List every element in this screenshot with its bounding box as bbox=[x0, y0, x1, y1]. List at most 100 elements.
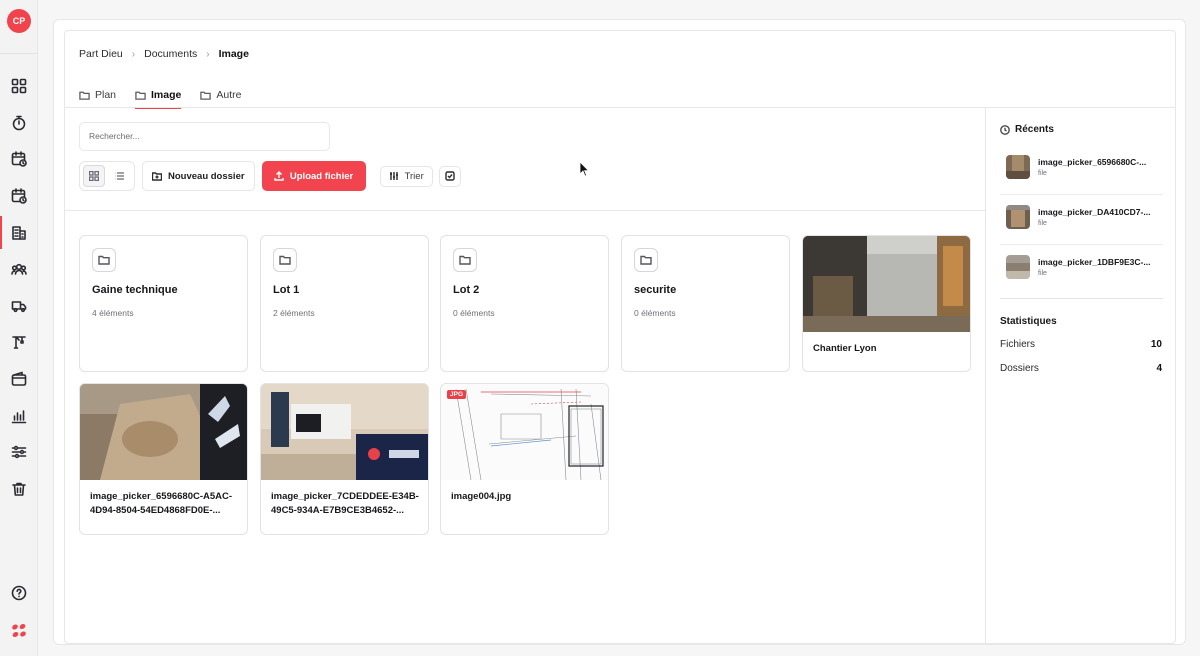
image-thumbnail bbox=[261, 384, 428, 480]
search-input[interactable]: Rechercher... bbox=[79, 122, 330, 151]
upload-file-button[interactable]: Upload fichier bbox=[261, 161, 366, 191]
recent-name: image_picker_1DBF9E3C-... bbox=[1038, 257, 1151, 267]
folder-name: securite bbox=[634, 284, 677, 296]
folder-count: 0 éléments bbox=[634, 308, 676, 318]
folder-count: 4 éléments bbox=[92, 308, 134, 318]
folder-icon bbox=[200, 91, 212, 100]
stat-files-label: Fichiers bbox=[1000, 339, 1036, 350]
image-card[interactable]: image_picker_7CDEDDEE-E34B-49C5-934A-E7B… bbox=[260, 383, 429, 535]
grid-view-button[interactable] bbox=[83, 165, 106, 187]
truck-icon[interactable] bbox=[9, 296, 29, 316]
folder-tabs: Plan Image Autre bbox=[79, 86, 241, 109]
recent-thumbnail bbox=[1006, 155, 1030, 179]
sliders-icon[interactable] bbox=[9, 442, 29, 462]
recent-item[interactable]: image_picker_6596680C-... file bbox=[1000, 144, 1163, 190]
select-mode-button[interactable] bbox=[438, 165, 461, 187]
crane-icon[interactable] bbox=[9, 332, 29, 352]
building-icon[interactable] bbox=[9, 223, 29, 243]
avatar-initials: CP bbox=[12, 16, 26, 26]
folder-icon bbox=[453, 248, 477, 272]
folder-icon bbox=[273, 248, 297, 272]
folder-icon bbox=[135, 91, 146, 100]
timer-icon[interactable] bbox=[9, 113, 29, 133]
recents-title-label: Récents bbox=[1015, 124, 1054, 135]
list-icon bbox=[115, 172, 125, 180]
calendar-clock-icon[interactable] bbox=[9, 149, 29, 169]
search-placeholder: Rechercher... bbox=[89, 131, 140, 141]
folder-card[interactable]: securite 0 éléments bbox=[621, 235, 790, 372]
image-card[interactable]: image_picker_6596680C-A5AC-4D94-8504-54E… bbox=[79, 383, 248, 535]
recent-thumbnail bbox=[1006, 255, 1030, 279]
tab-label: Image bbox=[151, 89, 182, 101]
image-thumbnail: JPG bbox=[441, 384, 608, 480]
stat-files-value: 10 bbox=[1150, 339, 1162, 350]
toolbar: Nouveau dossier Upload fichier Trier bbox=[79, 161, 461, 191]
grid-icon[interactable] bbox=[9, 76, 29, 96]
folder-icon bbox=[634, 248, 658, 272]
recent-type: file bbox=[1038, 170, 1047, 177]
breadcrumb: Part Dieu › Documents › Image bbox=[79, 48, 249, 60]
new-folder-label: Nouveau dossier bbox=[168, 170, 245, 182]
tab-image[interactable]: Image bbox=[135, 86, 182, 109]
folder-card[interactable]: Lot 2 0 éléments bbox=[440, 235, 609, 372]
image-card[interactable]: Chantier Lyon bbox=[802, 235, 971, 372]
image-name: image004.jpg bbox=[451, 491, 512, 502]
wallet-icon[interactable] bbox=[9, 369, 29, 389]
file-type-badge: JPG bbox=[447, 390, 467, 399]
image-card[interactable]: JPG image004.jpg bbox=[440, 383, 609, 535]
calendar-clock-icon[interactable] bbox=[9, 186, 29, 206]
documents-panel: Part Dieu › Documents › Image Plan Image… bbox=[64, 30, 1176, 644]
list-view-button[interactable] bbox=[109, 165, 131, 187]
sliders-icon bbox=[389, 172, 398, 180]
view-toggle bbox=[79, 161, 135, 191]
tab-plan[interactable]: Plan bbox=[79, 86, 116, 104]
folder-card[interactable]: Gaine technique 4 éléments bbox=[79, 235, 248, 372]
trash-icon[interactable] bbox=[9, 479, 29, 499]
tab-label: Autre bbox=[216, 89, 242, 101]
recent-name: image_picker_DA410CD7-... bbox=[1038, 207, 1151, 217]
new-folder-button[interactable]: Nouveau dossier bbox=[142, 161, 255, 191]
brand-logo-icon[interactable] bbox=[10, 622, 28, 640]
upload-icon bbox=[274, 171, 284, 181]
recent-thumbnail bbox=[1006, 205, 1030, 229]
sidebar-active-indicator bbox=[0, 216, 2, 249]
breadcrumb-item-documents[interactable]: Documents bbox=[144, 48, 197, 60]
avatar[interactable]: CP bbox=[7, 9, 31, 33]
folder-plus-icon bbox=[152, 172, 162, 181]
grid-icon bbox=[89, 171, 100, 181]
checkbox-icon bbox=[445, 171, 455, 181]
details-panel: Récents image_picker_6596680C-... file i… bbox=[985, 108, 1175, 643]
sort-label: Trier bbox=[404, 170, 424, 182]
stat-folders-value: 4 bbox=[1156, 363, 1162, 374]
folder-count: 0 éléments bbox=[453, 308, 495, 318]
upload-label: Upload fichier bbox=[289, 170, 354, 182]
stat-folders-label: Dossiers bbox=[1000, 363, 1039, 374]
stat-files: Fichiers 10 bbox=[1000, 339, 1162, 350]
folder-name: Gaine technique bbox=[92, 284, 178, 296]
mouse-cursor-icon bbox=[579, 161, 589, 177]
recent-type: file bbox=[1038, 270, 1047, 277]
breadcrumb-current: Image bbox=[218, 48, 249, 60]
sort-button[interactable]: Trier bbox=[379, 165, 433, 187]
toolbar-divider bbox=[65, 210, 986, 211]
image-name: image_picker_7CDEDDEE-E34B-49C5-934A-E7B… bbox=[271, 491, 419, 516]
recent-item[interactable]: image_picker_1DBF9E3C-... file bbox=[1000, 244, 1163, 290]
breadcrumb-item-project[interactable]: Part Dieu bbox=[79, 48, 123, 60]
image-name: image_picker_6596680C-A5AC-4D94-8504-54E… bbox=[90, 491, 233, 516]
users-icon[interactable] bbox=[9, 259, 29, 279]
folder-count: 2 éléments bbox=[273, 308, 315, 318]
chart-icon[interactable] bbox=[9, 406, 29, 426]
folder-icon bbox=[92, 248, 116, 272]
tab-autre[interactable]: Autre bbox=[200, 86, 241, 104]
main-area: Rechercher... Nouveau dossier Upload fic… bbox=[65, 108, 986, 643]
help-icon[interactable] bbox=[9, 583, 29, 603]
chevron-right-icon: › bbox=[206, 48, 210, 60]
recent-item[interactable]: image_picker_DA410CD7-... file bbox=[1000, 194, 1163, 240]
folder-card[interactable]: Lot 1 2 éléments bbox=[260, 235, 429, 372]
recents-title: Récents bbox=[1000, 124, 1054, 135]
recent-name: image_picker_6596680C-... bbox=[1038, 157, 1147, 167]
recent-type: file bbox=[1038, 220, 1047, 227]
stat-folders: Dossiers 4 bbox=[1000, 363, 1162, 374]
tab-label: Plan bbox=[95, 89, 117, 101]
folder-icon bbox=[79, 91, 90, 100]
